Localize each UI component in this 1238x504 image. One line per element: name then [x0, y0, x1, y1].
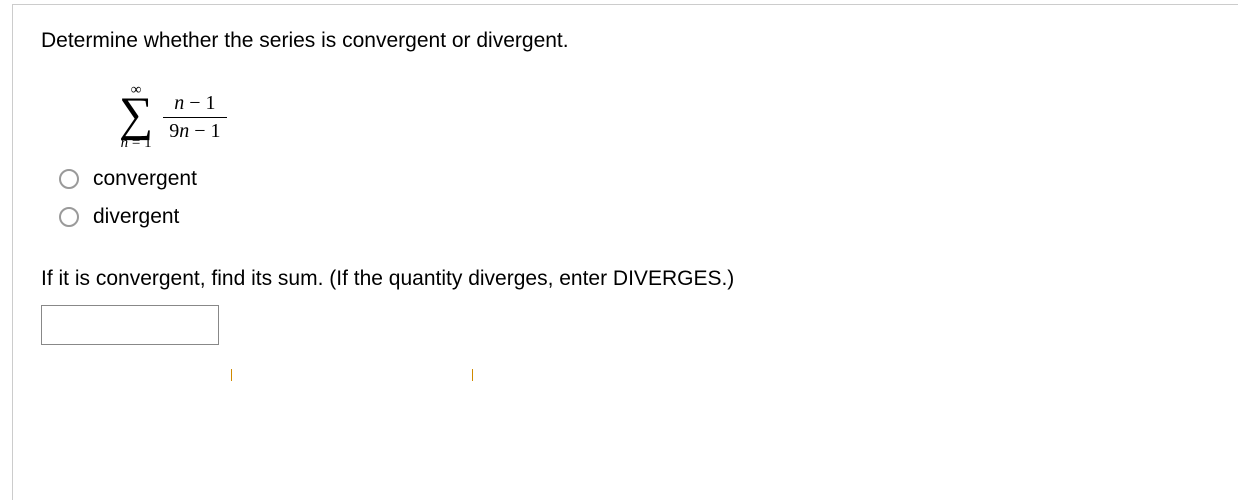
sum-answer-input[interactable] — [41, 305, 219, 345]
summation-symbol: ∞ ∑ n = 1 — [119, 83, 153, 151]
radio-icon[interactable] — [59, 169, 79, 189]
lower-val: 1 — [144, 135, 152, 151]
lower-eq: = — [128, 135, 144, 151]
numer-op: − — [184, 92, 205, 114]
hint-button[interactable] — [231, 369, 473, 381]
fraction-denominator: 9n − 1 — [163, 118, 226, 143]
denom-var: n — [179, 120, 189, 142]
sum-lower-limit: n = 1 — [121, 136, 152, 151]
series-expression: ∞ ∑ n = 1 n − 1 9n − 1 — [119, 81, 1210, 151]
radio-icon[interactable] — [59, 207, 79, 227]
help-link-area[interactable] — [41, 369, 211, 381]
numer-const: 1 — [206, 92, 216, 114]
option-divergent[interactable]: divergent — [59, 205, 1210, 229]
lower-var: n — [121, 135, 129, 151]
question-prompt: Determine whether the series is converge… — [41, 29, 1210, 53]
options-group: convergent divergent — [59, 167, 1210, 229]
denom-op: − — [189, 120, 210, 142]
fraction-numerator: n − 1 — [168, 92, 221, 117]
denom-coef: 9 — [169, 120, 179, 142]
option-divergent-label: divergent — [93, 205, 179, 229]
sigma-icon: ∑ — [119, 96, 153, 134]
bottom-toolbar — [41, 369, 1210, 381]
option-convergent[interactable]: convergent — [59, 167, 1210, 191]
option-convergent-label: convergent — [93, 167, 197, 191]
numer-var: n — [174, 92, 184, 114]
question-panel: Determine whether the series is converge… — [12, 4, 1238, 500]
part2-prompt: If it is convergent, find its sum. (If t… — [41, 267, 1210, 291]
series-term-fraction: n − 1 9n − 1 — [163, 92, 226, 143]
denom-const: 1 — [211, 120, 221, 142]
